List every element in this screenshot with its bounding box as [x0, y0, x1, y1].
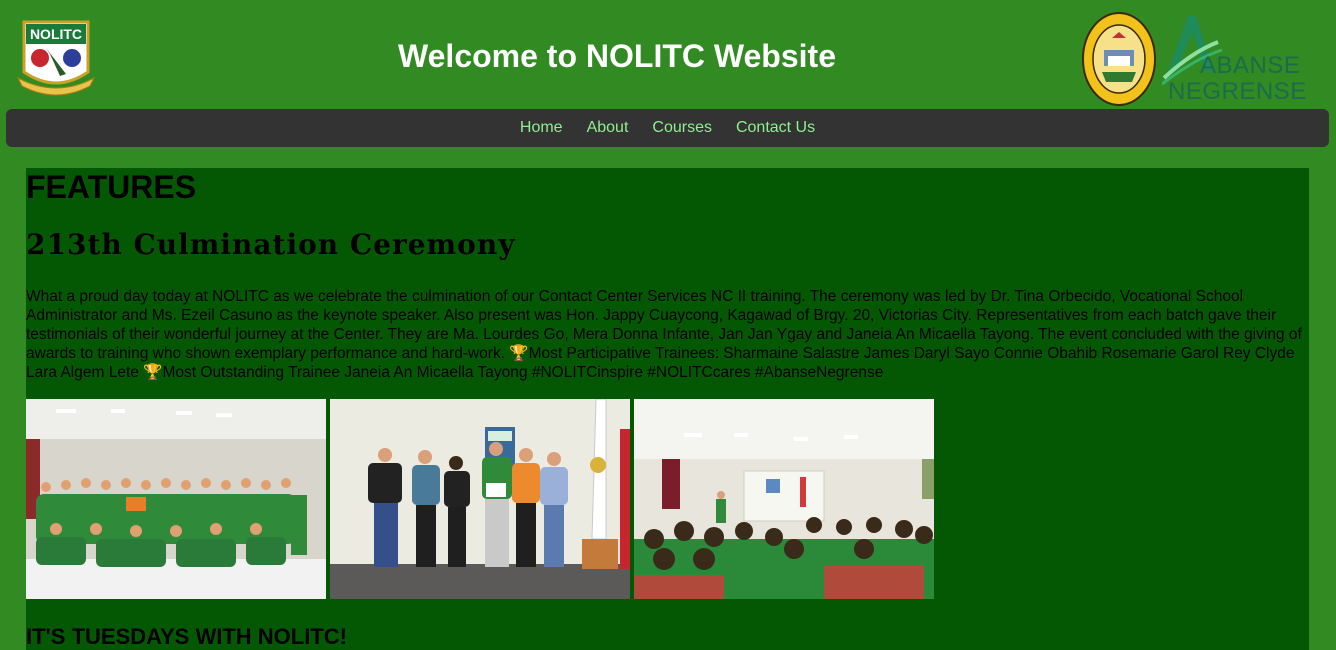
audience-photo[interactable]	[634, 399, 934, 599]
main-navbar: Home About Courses Contact Us	[6, 109, 1329, 147]
abanse-negrense-logo: ABANSE NEGRENSE	[1162, 12, 1306, 106]
abanse-word: ABANSE	[1200, 52, 1301, 79]
group-photo[interactable]	[26, 399, 326, 599]
site-title: Welcome to NOLITC Website	[398, 38, 836, 74]
awarding-photo[interactable]	[330, 399, 630, 599]
nav-about-link[interactable]: About	[587, 119, 629, 137]
nav-home-link[interactable]: Home	[520, 119, 563, 137]
photo-gallery	[26, 399, 934, 599]
next-article-title: IT'S TUESDAYS WITH NOLITC!	[26, 624, 347, 649]
provincial-seal	[1082, 12, 1156, 106]
negrense-word: NEGRENSE	[1168, 78, 1307, 105]
features-section: FEATURES 213th Culmination Ceremony What…	[26, 168, 1309, 650]
nav-contact-link[interactable]: Contact Us	[736, 119, 815, 137]
article-title: 213th Culmination Ceremony	[26, 228, 516, 261]
nav-courses-link[interactable]: Courses	[652, 119, 712, 137]
site-header: NOLITC Welcome to NOLITC Website ABANSE …	[0, 0, 1336, 108]
features-heading: FEATURES	[26, 169, 197, 205]
article-body: What a proud day today at NOLITC as we c…	[26, 288, 1302, 381]
